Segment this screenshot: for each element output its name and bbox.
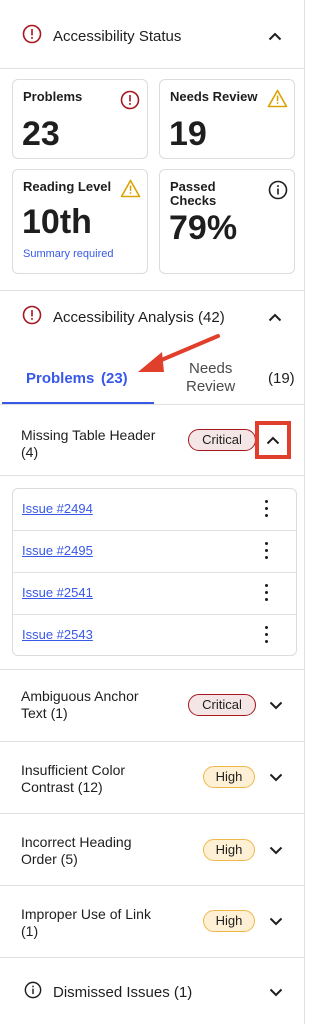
issue-group-count: (1) (21, 923, 39, 939)
tab-label: Problems (26, 370, 95, 387)
card-value: 79% (169, 209, 238, 247)
chevron-up-icon[interactable] (266, 27, 284, 45)
annotation-arrow (138, 334, 220, 372)
chevron-down-icon[interactable] (267, 912, 285, 930)
card-value: 10th (22, 203, 92, 241)
card-label: Needs Review (170, 89, 258, 104)
accessibility-sidebar: Accessibility Status Problems 23 Needs R… (0, 0, 305, 1024)
analysis-section-title: Accessibility Analysis (42) (53, 308, 225, 326)
issue-group-count: (4) (21, 444, 39, 460)
error-icon (22, 305, 42, 330)
severity-badge: High (203, 910, 255, 932)
tab-count: (19) (268, 370, 295, 387)
issue-group-title: Ambiguous Anchor (21, 688, 139, 704)
issue-link[interactable]: Issue #2543 (22, 627, 93, 642)
issue-group-count: Order (5) (21, 851, 78, 867)
chevron-up-icon[interactable] (264, 431, 282, 449)
dismissed-issues-header[interactable]: Dismissed Issues (1) (0, 966, 305, 1018)
tab-label-line2: Review (186, 378, 236, 395)
summary-required-link[interactable]: Summary required (23, 248, 113, 260)
card-value: 19 (169, 115, 207, 153)
card-label-line1: Passed (170, 179, 216, 194)
passed-checks-card[interactable]: Passed Checks 79% (159, 169, 295, 274)
error-icon (120, 90, 140, 115)
warning-icon (120, 179, 141, 203)
status-section-header[interactable]: Accessibility Status (0, 10, 305, 62)
severity-badge: Critical (188, 694, 256, 716)
divider (0, 475, 305, 476)
more-options-icon[interactable] (258, 498, 274, 520)
problems-card[interactable]: Problems 23 (12, 79, 148, 159)
list-item: Issue #2541 (12, 572, 297, 614)
issue-group-insufficient-color-contrast[interactable]: Insufficient Color Contrast (12) High (0, 742, 305, 813)
issue-group-title: Missing Table Header (21, 427, 156, 443)
list-item: Issue #2495 (12, 530, 297, 572)
divider (0, 957, 305, 958)
issue-link[interactable]: Issue #2495 (22, 543, 93, 558)
list-item: Issue #2494 (12, 488, 297, 530)
dismissed-issues-title: Dismissed Issues (1) (53, 983, 193, 1001)
error-icon (22, 24, 42, 49)
chevron-down-icon[interactable] (267, 841, 285, 859)
warning-icon (267, 89, 288, 113)
info-icon (268, 180, 288, 205)
more-options-icon[interactable] (258, 582, 274, 604)
card-label: Problems (23, 89, 83, 104)
status-section-title: Accessibility Status (53, 27, 182, 45)
reading-level-card[interactable]: Reading Level 10th Summary required (12, 169, 148, 274)
issue-group-incorrect-heading-order[interactable]: Incorrect Heading Order (5) High (0, 814, 305, 885)
list-item: Issue #2543 (12, 614, 297, 656)
severity-badge: Critical (188, 429, 256, 451)
issue-group-title: Insufficient Color (21, 762, 126, 778)
chevron-down-icon[interactable] (267, 696, 285, 714)
issue-group-missing-table-header[interactable]: Missing Table Header (4) Critical (0, 405, 305, 475)
issue-group-count: Contrast (12) (21, 779, 103, 795)
issue-link[interactable]: Issue #2494 (22, 501, 93, 516)
chevron-up-icon[interactable] (266, 308, 284, 326)
issue-link[interactable]: Issue #2541 (22, 585, 93, 600)
card-label-line2: Checks (170, 193, 217, 208)
needs-review-card[interactable]: Needs Review 19 (159, 79, 295, 159)
issue-group-title: Incorrect Heading (21, 834, 132, 850)
issue-group-title: Improper Use of Link (21, 906, 151, 922)
tab-count: (23) (101, 370, 128, 387)
more-options-icon[interactable] (258, 540, 274, 562)
divider (0, 68, 305, 69)
info-icon (24, 981, 42, 1004)
issue-group-ambiguous-anchor-text[interactable]: Ambiguous Anchor Text (1) Critical (0, 670, 305, 741)
chevron-down-icon[interactable] (267, 768, 285, 786)
more-options-icon[interactable] (258, 624, 274, 646)
chevron-down-icon[interactable] (267, 983, 285, 1001)
issue-group-improper-use-of-link[interactable]: Improper Use of Link (1) High (0, 886, 305, 957)
severity-badge: High (203, 766, 255, 788)
card-value: 23 (22, 115, 60, 153)
severity-badge: High (203, 839, 255, 861)
issue-group-count: Text (1) (21, 705, 68, 721)
card-label: Reading Level (23, 179, 112, 194)
